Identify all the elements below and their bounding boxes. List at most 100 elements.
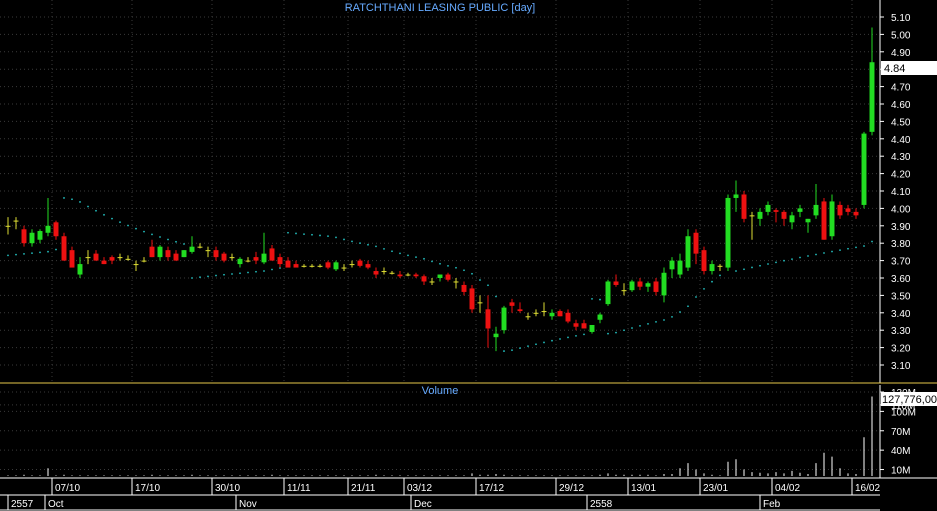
sar-dot (359, 242, 361, 245)
candle-body (325, 262, 331, 268)
candle-body (717, 265, 723, 267)
candle-body (701, 250, 707, 272)
candle-body (653, 281, 659, 292)
candle-body (741, 194, 747, 219)
candle-body (805, 218, 811, 223)
chart-title: RATCHTHANI LEASING PUBLIC [day] (345, 2, 536, 14)
sar-dot (695, 296, 697, 298)
sar-dot (383, 248, 385, 250)
sar-dot (631, 327, 633, 329)
price-tick-label: 3.30 (891, 326, 911, 337)
stock-chart: RATCHTHANI LEASING PUBLIC [day] Volume 5… (0, 0, 937, 511)
candle-body (269, 248, 275, 261)
candle-body (677, 260, 683, 275)
sar-dot (95, 209, 97, 212)
price-tick-label: 3.50 (891, 291, 911, 302)
date-tick-label: 23/01 (703, 483, 728, 494)
candle-body (333, 262, 339, 270)
sar-dot (647, 322, 649, 325)
price-tick-label: 4.00 (891, 204, 911, 215)
period-label: Oct (48, 499, 64, 510)
candle-body (117, 257, 123, 259)
sar-dot (735, 270, 737, 272)
sar-dot (191, 277, 193, 279)
candle-body (453, 281, 459, 283)
sar-dot (39, 251, 41, 254)
sar-dot (799, 256, 801, 259)
sar-dot (839, 249, 841, 252)
sar-dot (71, 198, 73, 201)
price-tick-label: 4.10 (891, 187, 911, 198)
sar-dot (703, 287, 705, 290)
sar-dot (135, 227, 137, 230)
price-tick-label: 3.20 (891, 344, 911, 355)
sar-dot (759, 264, 761, 267)
sar-dot (671, 315, 673, 318)
candle-body (773, 210, 779, 212)
candle-body (573, 323, 579, 327)
candle-body (693, 232, 699, 254)
candle-body (221, 253, 227, 261)
candle-body (21, 229, 27, 244)
sar-dot (215, 274, 217, 277)
sar-dot (271, 268, 273, 271)
price-tick-label: 4.50 (891, 117, 911, 128)
candle-body (293, 264, 299, 268)
candle-body (685, 236, 691, 268)
candle-body (757, 211, 763, 219)
candle-body (85, 257, 91, 259)
sar-dot (431, 260, 433, 263)
candle-body (853, 211, 859, 216)
sar-dot (871, 240, 873, 243)
candle-body (509, 302, 515, 306)
sar-dot (367, 243, 369, 246)
sar-dot (487, 284, 489, 287)
candle-body (349, 264, 355, 266)
candle-body (93, 253, 99, 261)
candle-body (781, 211, 787, 219)
period-label: 2557 (11, 499, 34, 510)
candle-body (589, 324, 595, 332)
candle-body (485, 309, 491, 329)
candle-body (309, 265, 315, 267)
sar-dot (255, 270, 257, 273)
date-tick-label: 13/01 (631, 483, 656, 494)
sar-dot (63, 197, 65, 199)
candle-body (549, 312, 555, 317)
sar-dot (247, 271, 249, 274)
price-tick-label: 5.00 (891, 30, 911, 41)
volume-tick-label: 70M (891, 427, 910, 438)
sar-dot (79, 201, 81, 203)
candle-body (821, 201, 827, 240)
sar-dot (807, 255, 809, 257)
candle-body (613, 281, 619, 285)
candle-body (869, 62, 875, 132)
sar-dot (711, 280, 713, 283)
date-tick-label: 07/10 (55, 483, 80, 494)
candle-body (597, 314, 603, 320)
candle-body (133, 264, 139, 266)
sar-dot (127, 224, 129, 227)
price-tick-label: 5.10 (891, 13, 911, 24)
date-tick-label: 04/02 (775, 483, 800, 494)
candle-body (445, 274, 451, 280)
sar-dot (319, 234, 321, 237)
candle-body (157, 246, 163, 258)
candle-body (365, 264, 371, 268)
candle-body (405, 274, 411, 276)
candle-body (733, 194, 739, 198)
candle-body (381, 271, 387, 273)
sar-dot (103, 213, 105, 216)
price-tick-label: 4.30 (891, 152, 911, 163)
sar-dot (719, 274, 721, 277)
sar-dot (551, 339, 553, 342)
candle-body (197, 246, 203, 248)
period-label: Feb (763, 499, 781, 510)
sar-dot (399, 252, 401, 255)
candle-body (173, 253, 179, 261)
candle-body (493, 333, 499, 338)
candle-body (285, 260, 291, 268)
candle-body (749, 215, 755, 217)
price-tick-label: 3.70 (891, 257, 911, 268)
candle-body (149, 246, 155, 258)
